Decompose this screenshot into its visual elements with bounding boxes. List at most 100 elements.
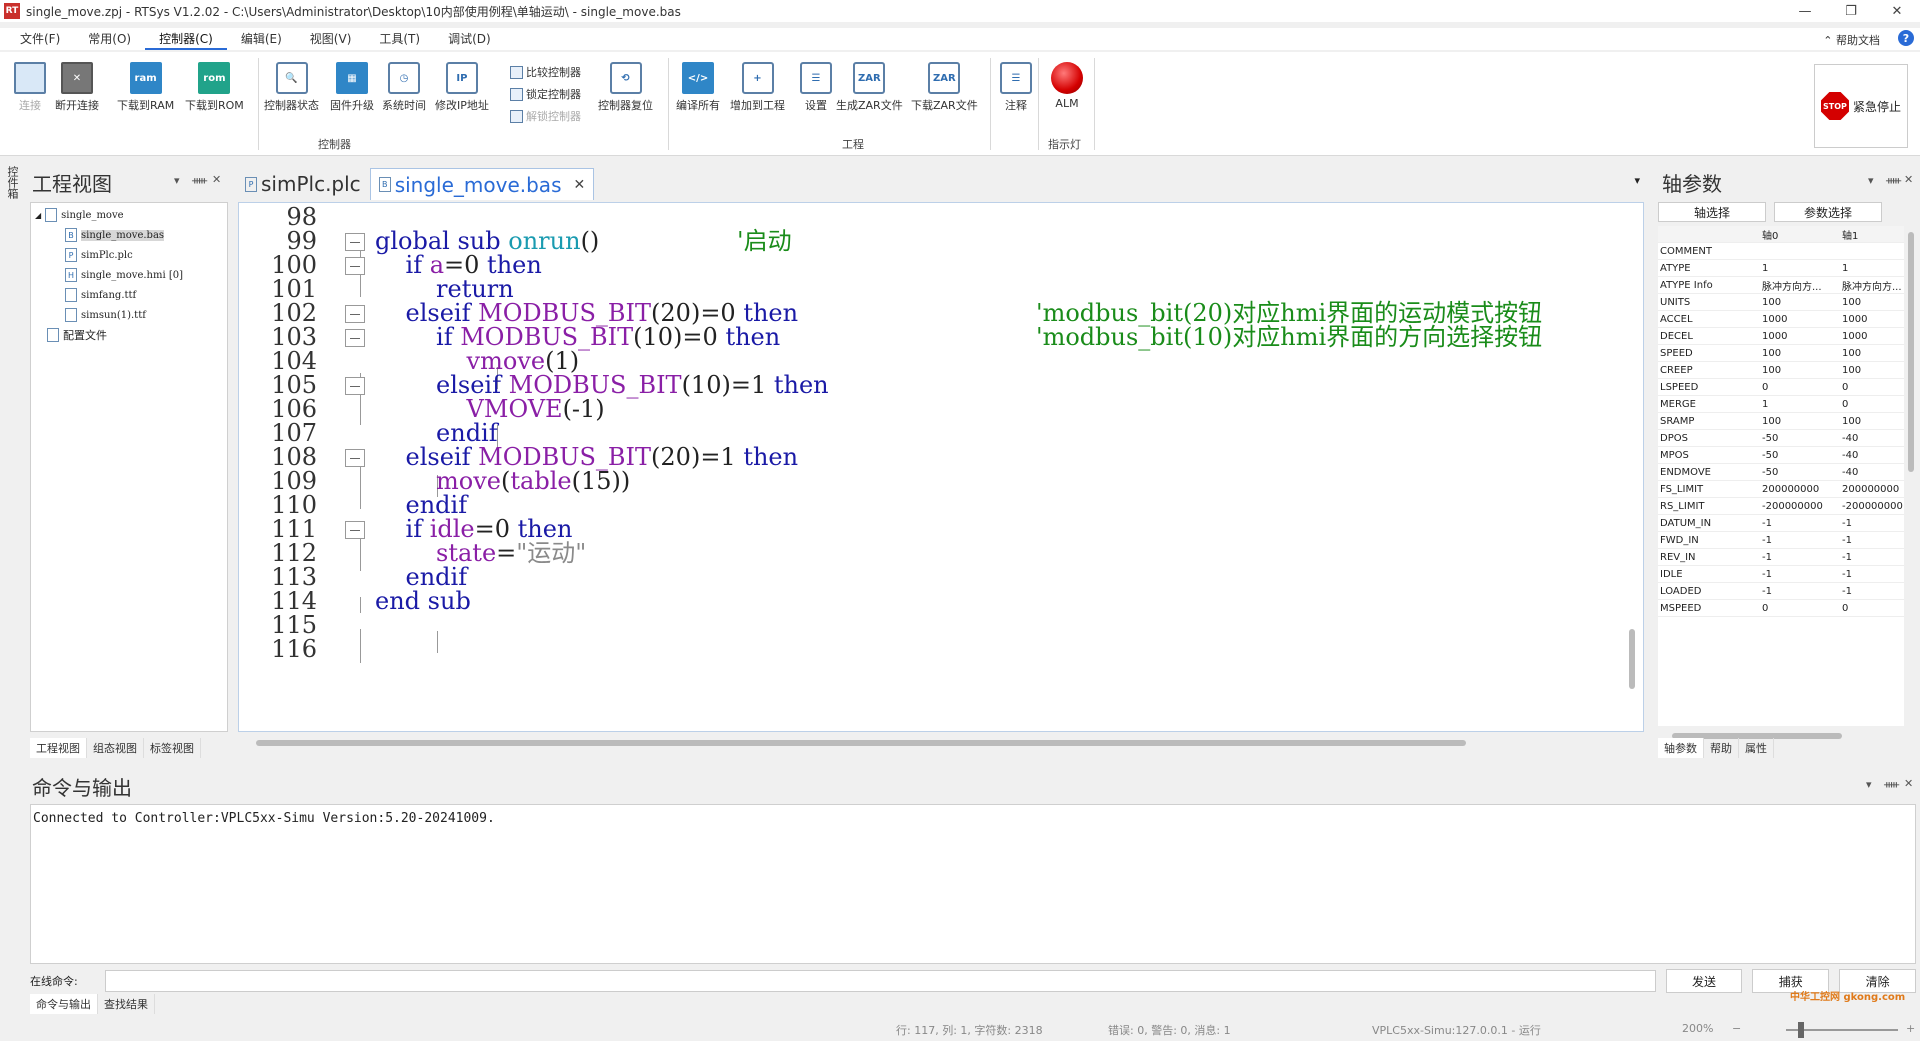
param-value[interactable]: 脉冲方向方... — [1760, 278, 1840, 293]
fold-toggle-icon[interactable] — [345, 377, 365, 395]
param-select-button[interactable]: 参数选择 — [1774, 202, 1882, 222]
tab-help[interactable]: 帮助 — [1704, 738, 1739, 758]
param-value[interactable]: -40 — [1840, 433, 1904, 444]
param-value[interactable]: 0 — [1840, 399, 1904, 410]
menu-common[interactable]: 常用(O) — [74, 28, 145, 50]
scroll-thumb[interactable] — [256, 740, 1466, 746]
generate-zar-button[interactable]: ZAR 生成ZAR文件 — [836, 62, 903, 113]
fold-toggle-icon[interactable] — [345, 233, 365, 251]
tab-properties[interactable]: 属性 — [1739, 738, 1774, 758]
online-command-input[interactable] — [104, 970, 1656, 992]
download-ram-button[interactable]: ram 下载到RAM — [117, 62, 174, 113]
tree-node-plc[interactable]: PsimPlc.plc — [65, 247, 133, 263]
param-value[interactable]: 1 — [1760, 399, 1840, 410]
param-value[interactable]: -1 — [1760, 535, 1840, 546]
controller-reset-button[interactable]: ⟲ 控制器复位 — [598, 62, 653, 113]
zoom-slider-handle[interactable] — [1798, 1022, 1804, 1038]
axis-param-row[interactable]: LSPEED 0 0 — [1658, 379, 1904, 396]
param-value[interactable]: 200000000 — [1760, 484, 1840, 495]
menu-tools[interactable]: 工具(T) — [365, 28, 434, 50]
param-value[interactable]: 0 — [1760, 382, 1840, 393]
axis-param-row[interactable]: CREEP 100 100 — [1658, 362, 1904, 379]
close-tab-icon[interactable]: ✕ — [573, 177, 585, 193]
axis-param-row[interactable]: FWD_IN -1 -1 — [1658, 532, 1904, 549]
param-value[interactable]: 100 — [1760, 348, 1840, 359]
system-time-button[interactable]: ◷ 系统时间 — [382, 62, 426, 113]
send-button[interactable]: 发送 — [1665, 969, 1743, 993]
axis-param-row[interactable]: DPOS -50 -40 — [1658, 430, 1904, 447]
code-area[interactable]: 98 99 global sub onrun() '启动 100 if a=0 th… — [238, 202, 1644, 732]
param-value[interactable]: 1000 — [1760, 331, 1840, 342]
panel-menu-icon[interactable]: ▾ — [174, 174, 180, 187]
param-value[interactable]: 1 — [1840, 263, 1904, 274]
param-value[interactable]: -40 — [1840, 450, 1904, 461]
param-value[interactable]: -1 — [1760, 552, 1840, 563]
tab-simplc[interactable]: PsimPlc.plc — [236, 168, 370, 200]
close-window-icon[interactable]: ✕ — [1874, 0, 1920, 22]
scroll-thumb[interactable] — [1629, 629, 1635, 689]
param-value[interactable]: -1 — [1840, 552, 1904, 563]
param-value[interactable]: 0 — [1840, 382, 1904, 393]
tree-node-project[interactable]: ◢ single_move — [35, 207, 124, 223]
axis-param-row[interactable]: MSPEED 0 0 — [1658, 600, 1904, 617]
axis-param-row[interactable]: DATUM_IN -1 -1 — [1658, 515, 1904, 532]
scroll-thumb[interactable] — [1908, 232, 1914, 472]
param-value[interactable]: 轴0 — [1760, 227, 1840, 242]
axis-param-row[interactable]: REV_IN -1 -1 — [1658, 549, 1904, 566]
settings-button[interactable]: ☰ 设置 — [800, 62, 832, 113]
add-to-project-button[interactable]: + 增加到工程 — [730, 62, 785, 113]
panel-menu-icon[interactable]: ▾ — [1866, 778, 1872, 791]
menu-controller[interactable]: 控制器(C) — [145, 28, 227, 50]
param-value[interactable]: 脉冲方向方... — [1840, 278, 1904, 293]
download-rom-button[interactable]: rom 下载到ROM — [185, 62, 244, 113]
help-doc-link[interactable]: ⌃ 帮助文档 — [1823, 32, 1880, 48]
panel-menu-icon[interactable]: ▾ — [1868, 174, 1874, 187]
pin-icon[interactable]: ᚔ — [192, 174, 207, 187]
fold-toggle-icon[interactable] — [345, 521, 365, 539]
tab-list-dropdown-icon[interactable]: ▾ — [1634, 174, 1640, 187]
zoom-out-icon[interactable]: − — [1732, 1022, 1741, 1035]
param-value[interactable]: 100 — [1760, 297, 1840, 308]
axis-param-row[interactable]: ACCEL 1000 1000 — [1658, 311, 1904, 328]
modify-ip-button[interactable]: IP 修改IP地址 — [435, 62, 489, 113]
panel-close-icon[interactable]: ✕ — [1904, 173, 1913, 186]
param-value[interactable]: -200000000 — [1760, 501, 1840, 512]
param-value[interactable]: -1 — [1840, 569, 1904, 580]
param-value[interactable]: 100 — [1840, 297, 1904, 308]
lock-controller-button[interactable]: 锁定控制器 — [510, 86, 581, 102]
param-value[interactable]: -50 — [1760, 450, 1840, 461]
axis-param-row[interactable]: FS_LIMIT 200000000 200000000 — [1658, 481, 1904, 498]
param-value[interactable]: -50 — [1760, 433, 1840, 444]
axis-param-row[interactable]: SRAMP 100 100 — [1658, 413, 1904, 430]
tab-find-results[interactable]: 查找结果 — [98, 994, 155, 1014]
param-value[interactable]: 轴1 — [1840, 227, 1904, 242]
menu-view[interactable]: 视图(V) — [296, 28, 366, 50]
param-value[interactable]: 100 — [1760, 365, 1840, 376]
output-text-area[interactable]: Connected to Controller:VPLC5xx-Simu Ver… — [30, 804, 1916, 964]
expand-arrow-icon[interactable]: ◢ — [35, 211, 41, 220]
maximize-icon[interactable]: ❐ — [1828, 0, 1874, 22]
axis-param-row[interactable]: COMMENT — [1658, 243, 1904, 260]
param-value[interactable]: 0 — [1840, 603, 1904, 614]
param-value[interactable]: 0 — [1760, 603, 1840, 614]
axis-param-row[interactable]: MPOS -50 -40 — [1658, 447, 1904, 464]
param-value[interactable]: 1000 — [1760, 314, 1840, 325]
param-value[interactable]: 100 — [1760, 416, 1840, 427]
axis-param-row[interactable]: UNITS 100 100 — [1658, 294, 1904, 311]
fold-toggle-icon[interactable] — [345, 329, 365, 347]
pin-icon[interactable]: ᚔ — [1884, 778, 1899, 791]
menu-edit[interactable]: 编辑(E) — [227, 28, 296, 50]
axis-param-row[interactable]: ATYPE 1 1 — [1658, 260, 1904, 277]
emergency-stop-button[interactable]: STOP 紧急停止 — [1814, 64, 1908, 148]
menu-file[interactable]: 文件(F) — [6, 28, 74, 50]
menu-debug[interactable]: 调试(D) — [434, 28, 505, 50]
comment-button[interactable]: ☰ 注释 — [1000, 62, 1032, 113]
minimize-icon[interactable]: — — [1782, 0, 1828, 22]
param-value[interactable]: 200000000 — [1840, 484, 1904, 495]
controller-status-button[interactable]: 🔍 控制器状态 — [264, 62, 319, 113]
param-value[interactable]: -50 — [1760, 467, 1840, 478]
tab-single-move[interactable]: Bsingle_move.bas ✕ — [369, 168, 595, 200]
tab-config-view[interactable]: 组态视图 — [87, 738, 144, 758]
connect-button[interactable]: 连接 — [14, 62, 46, 113]
axis-param-row[interactable]: ENDMOVE -50 -40 — [1658, 464, 1904, 481]
